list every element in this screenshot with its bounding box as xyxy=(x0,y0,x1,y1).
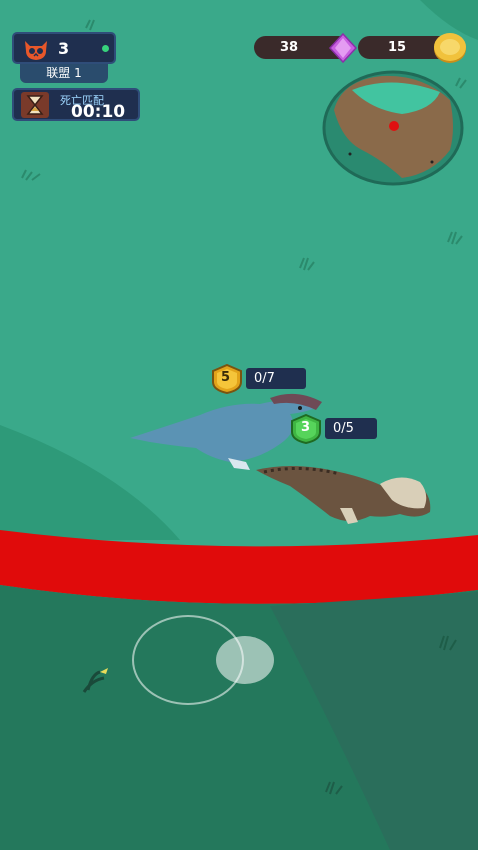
player-level: 5 xyxy=(221,370,231,385)
match-timer-panel: 死亡匹配 00:10 xyxy=(12,88,140,122)
coin-icon xyxy=(434,33,466,63)
player-marker xyxy=(389,121,399,131)
coin-count: 15 xyxy=(388,40,407,55)
joystick-knob[interactable] xyxy=(216,636,274,684)
alliance-label: 联盟 1 xyxy=(20,64,108,83)
enemy-progress: 0/5 xyxy=(325,418,377,439)
hourglass-icon xyxy=(21,92,49,118)
gem-count: 38 xyxy=(280,40,299,55)
player-progress: 0/7 xyxy=(246,368,306,389)
skull-icon xyxy=(25,41,47,60)
brown-dinosaur xyxy=(256,466,431,524)
minimap[interactable] xyxy=(322,70,464,186)
kill-counter: 3 xyxy=(12,32,116,64)
enemy-level: 3 xyxy=(301,420,311,435)
match-timer: 00:10 xyxy=(71,102,126,122)
gem-icon xyxy=(328,32,358,64)
kill-count: 3 xyxy=(58,39,70,58)
online-status-dot xyxy=(102,45,109,52)
